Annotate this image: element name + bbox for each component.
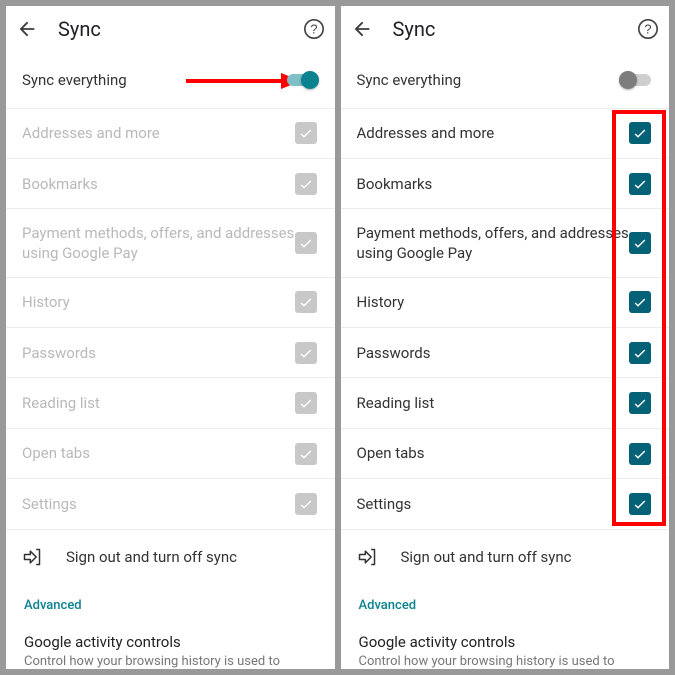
label-history: History [357,292,630,312]
label-history: History [22,292,295,312]
label-bookmarks: Bookmarks [22,174,295,194]
sync-everything-label: Sync everything [22,70,285,90]
checkbox-history[interactable] [629,291,651,313]
row-bookmarks: Bookmarks [6,159,335,209]
signout-icon [22,547,42,567]
back-icon[interactable] [351,18,373,40]
row-settings: Settings [6,479,335,529]
checkbox-payment[interactable] [629,232,651,254]
checkbox-settings [295,493,317,515]
page-title: Sync [393,17,638,41]
label-addresses: Addresses and more [22,123,295,143]
row-settings[interactable]: Settings [341,479,670,529]
label-addresses: Addresses and more [357,123,630,143]
row-passwords[interactable]: Passwords [341,328,670,378]
activity-sub: Control how your browsing history is use… [359,654,652,669]
label-bookmarks: Bookmarks [357,174,630,194]
checkbox-readinglist [295,392,317,414]
signout-label: Sign out and turn off sync [66,548,237,566]
checkbox-addresses [295,122,317,144]
label-payment: Payment methods, offers, and addresses u… [357,223,630,264]
back-icon[interactable] [16,18,38,40]
row-opentabs: Open tabs [6,429,335,479]
label-passwords: Passwords [22,343,295,363]
label-settings: Settings [22,494,295,514]
header: Sync ? [6,6,335,53]
checkbox-passwords[interactable] [629,342,651,364]
help-icon[interactable]: ? [303,18,325,40]
activity-title: Google activity controls [359,633,652,651]
sync-everything-row[interactable]: Sync everything [6,53,335,109]
signout-row[interactable]: Sign out and turn off sync [6,530,335,584]
checkbox-history [295,291,317,313]
activity-controls[interactable]: Google activity controls Control how you… [341,619,670,669]
signout-row[interactable]: Sign out and turn off sync [341,530,670,584]
row-addresses: Addresses and more [6,109,335,159]
checkbox-readinglist[interactable] [629,392,651,414]
svg-text:?: ? [310,22,317,37]
row-opentabs[interactable]: Open tabs [341,429,670,479]
panel-left: Sync ? Sync everything Addresses and mor… [6,6,335,669]
advanced-heading: Advanced [6,584,335,619]
activity-controls[interactable]: Google activity controls Control how you… [6,619,335,669]
sync-everything-toggle[interactable] [285,71,319,89]
checkbox-bookmarks[interactable] [629,173,651,195]
sync-everything-row[interactable]: Sync everything [341,53,670,109]
label-readinglist: Reading list [357,393,630,413]
row-history: History [6,278,335,328]
row-readinglist: Reading list [6,378,335,428]
label-passwords: Passwords [357,343,630,363]
checkbox-settings[interactable] [629,493,651,515]
label-payment: Payment methods, offers, and addresses u… [22,223,295,264]
row-passwords: Passwords [6,328,335,378]
row-readinglist[interactable]: Reading list [341,378,670,428]
label-settings: Settings [357,494,630,514]
sync-everything-toggle[interactable] [619,71,653,89]
checkbox-payment [295,232,317,254]
sync-everything-label: Sync everything [357,70,620,90]
row-history[interactable]: History [341,278,670,328]
help-icon[interactable]: ? [637,18,659,40]
row-payment[interactable]: Payment methods, offers, and addresses u… [341,209,670,277]
checkbox-addresses[interactable] [629,122,651,144]
checkbox-opentabs[interactable] [629,443,651,465]
label-readinglist: Reading list [22,393,295,413]
svg-text:?: ? [644,22,651,37]
row-addresses[interactable]: Addresses and more [341,109,670,159]
row-bookmarks[interactable]: Bookmarks [341,159,670,209]
header: Sync ? [341,6,670,53]
label-opentabs: Open tabs [357,443,630,463]
checkbox-opentabs [295,443,317,465]
checkbox-bookmarks [295,173,317,195]
panel-right: Sync ? Sync everything Addresses and mor… [341,6,670,669]
label-opentabs: Open tabs [22,443,295,463]
activity-title: Google activity controls [24,633,317,651]
checkbox-passwords [295,342,317,364]
row-payment: Payment methods, offers, and addresses u… [6,209,335,277]
signout-label: Sign out and turn off sync [401,548,572,566]
page-title: Sync [58,17,303,41]
activity-sub: Control how your browsing history is use… [24,654,317,669]
advanced-heading: Advanced [341,584,670,619]
signout-icon [357,547,377,567]
